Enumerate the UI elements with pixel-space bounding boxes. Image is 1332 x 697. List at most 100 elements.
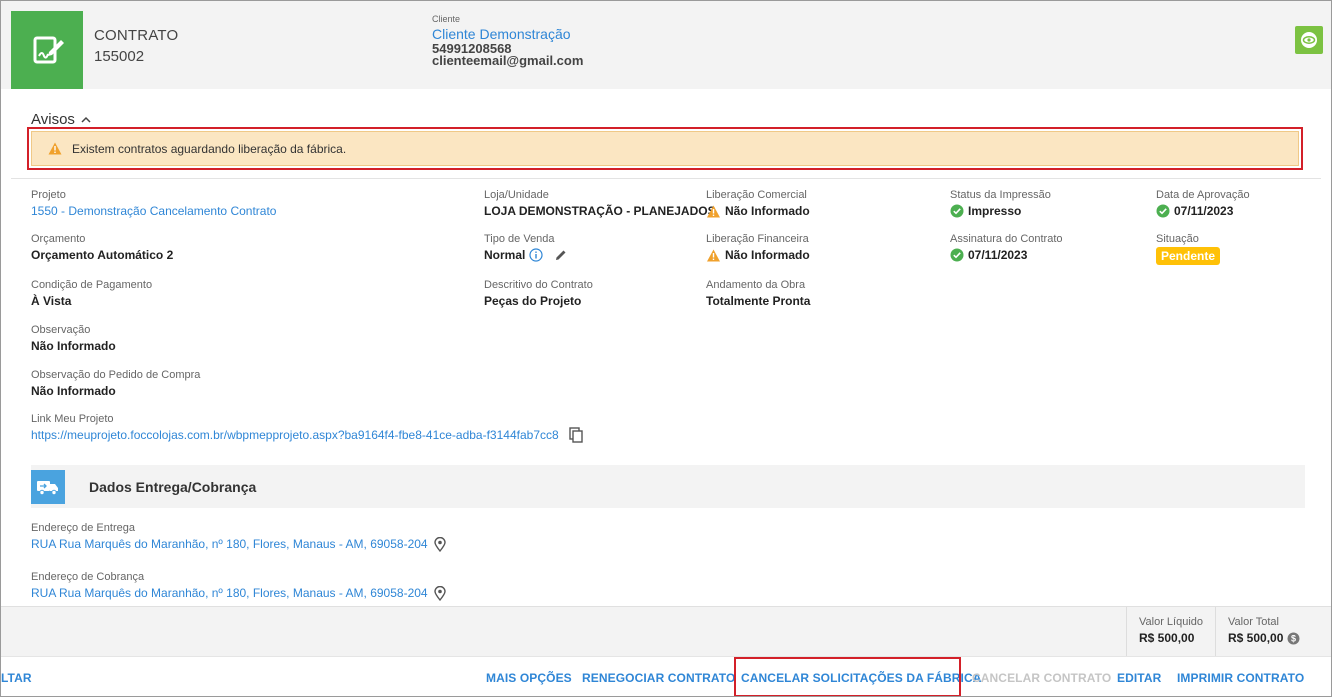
- voltar-button[interactable]: LTAR: [1, 671, 32, 685]
- view-button[interactable]: [1295, 26, 1323, 54]
- field-status-impressao: Status da Impressão Impresso: [950, 188, 1051, 219]
- field-descritivo: Descritivo do Contrato Peças do Projeto: [484, 278, 593, 309]
- field-obs-pedido: Observação do Pedido de Compra Não Infor…: [31, 368, 200, 399]
- field-condicao: Condição de Pagamento À Vista: [31, 278, 152, 309]
- contract-details-window: CONTRATO 155002 Cliente Cliente Demonstr…: [0, 0, 1332, 697]
- cancelar-solicitacoes-highlight-outline: [734, 657, 961, 696]
- client-email: clienteemail@gmail.com: [432, 53, 584, 68]
- status-badge: Pendente: [1156, 247, 1221, 265]
- editar-button[interactable]: EDITAR: [1117, 671, 1161, 685]
- dollar-circle-icon[interactable]: $: [1287, 632, 1300, 645]
- tipo-venda-row: Normal: [484, 247, 567, 263]
- field-link: Link Meu Projeto https://meuprojeto.focc…: [31, 412, 583, 443]
- avisos-title: Avisos: [31, 111, 75, 128]
- divider: [11, 178, 1321, 179]
- field-value: 07/11/2023: [1174, 204, 1234, 218]
- field-label: Link Meu Projeto: [31, 413, 114, 425]
- meu-projeto-link[interactable]: https://meuprojeto.foccolojas.com.br/wbp…: [31, 427, 559, 443]
- eye-icon: [1300, 31, 1318, 49]
- meu-projeto-link-row: https://meuprojeto.foccolojas.com.br/wbp…: [31, 427, 583, 443]
- cancelar-contrato-button[interactable]: CANCELAR CONTRATO: [972, 671, 1111, 685]
- field-label: Status da Impressão: [950, 189, 1051, 201]
- contract-edit-icon: [11, 11, 83, 89]
- client-label: Cliente: [432, 14, 461, 24]
- field-label: Loja/Unidade: [484, 189, 549, 201]
- map-pin-icon[interactable]: [433, 536, 446, 552]
- action-bar: LTAR MAIS OPÇÕES RENEGOCIAR CONTRATO CAN…: [1, 656, 1331, 696]
- field-lib-comercial: Liberação Comercial Não Informado: [706, 188, 810, 219]
- field-endereco-entrega: Endereço de Entrega RUA Rua Marquês do M…: [31, 521, 446, 552]
- field-value: 07/11/2023: [968, 248, 1028, 262]
- imprimir-contrato-button[interactable]: IMPRIMIR CONTRATO: [1177, 671, 1304, 685]
- field-value: Peças do Projeto: [484, 294, 582, 308]
- valor-total-row: R$ 500,00 $: [1228, 631, 1331, 645]
- truck-icon: [31, 469, 65, 504]
- field-label: Descritivo do Contrato: [484, 279, 593, 291]
- field-tipo-venda: Tipo de Venda Normal: [484, 232, 567, 263]
- field-situacao: Situação Pendente: [1156, 232, 1221, 265]
- field-label: Observação do Pedido de Compra: [31, 369, 201, 381]
- renegociar-contrato-button[interactable]: RENEGOCIAR CONTRATO: [582, 671, 735, 685]
- svg-text:$: $: [1291, 633, 1296, 643]
- copy-icon[interactable]: [568, 427, 583, 443]
- assinatura-row: 07/11/2023: [950, 247, 1063, 263]
- field-value: Normal: [484, 248, 526, 262]
- valor-liquido: Valor Líquido R$ 500,00: [1126, 607, 1215, 657]
- valor-total-label: Valor Total: [1228, 616, 1279, 628]
- field-value: Não Informado: [31, 384, 116, 398]
- client-name-link[interactable]: Cliente Demonstração: [432, 26, 571, 42]
- check-circle-icon: [1156, 204, 1170, 218]
- field-label: Data de Aprovação: [1156, 189, 1250, 201]
- endereco-entrega-link[interactable]: RUA Rua Marquês do Maranhão, nº 180, Flo…: [31, 536, 428, 552]
- alert-highlight-outline: [27, 127, 1303, 170]
- chevron-up-icon: [81, 116, 91, 123]
- info-icon[interactable]: [529, 248, 543, 262]
- field-label: Endereço de Entrega: [31, 522, 135, 534]
- field-endereco-cobranca: Endereço de Cobrança RUA Rua Marquês do …: [31, 570, 446, 601]
- field-label: Observação: [31, 324, 91, 336]
- contract-type-label: CONTRATO: [94, 27, 179, 44]
- mais-opcoes-button[interactable]: MAIS OPÇÕES: [486, 671, 572, 685]
- field-label: Situação: [1156, 233, 1199, 245]
- lib-comercial-row: Não Informado: [706, 203, 810, 219]
- endereco-cobranca-link[interactable]: RUA Rua Marquês do Maranhão, nº 180, Flo…: [31, 585, 428, 601]
- avisos-toggle[interactable]: Avisos: [31, 111, 91, 128]
- field-assinatura: Assinatura do Contrato 07/11/2023: [950, 232, 1063, 263]
- field-projeto: Projeto 1550 - Demonstração Cancelamento…: [31, 188, 276, 219]
- valor-total: Valor Total R$ 500,00 $: [1215, 607, 1331, 657]
- pencil-icon[interactable]: [555, 249, 567, 261]
- check-circle-icon: [950, 204, 964, 218]
- valor-total-value: R$ 500,00: [1228, 631, 1284, 645]
- projeto-link[interactable]: 1550 - Demonstração Cancelamento Contrat…: [31, 203, 276, 219]
- field-label: Tipo de Venda: [484, 233, 555, 245]
- field-data-aprovacao: Data de Aprovação 07/11/2023: [1156, 188, 1250, 219]
- field-label: Liberação Financeira: [706, 233, 809, 245]
- endereco-entrega-row: RUA Rua Marquês do Maranhão, nº 180, Flo…: [31, 536, 446, 552]
- map-pin-icon[interactable]: [433, 585, 446, 601]
- field-label: Projeto: [31, 189, 66, 201]
- field-value: Impresso: [968, 204, 1022, 218]
- field-observacao: Observação Não Informado: [31, 323, 116, 354]
- field-orcamento: Orçamento Orçamento Automático 2: [31, 232, 173, 263]
- field-label: Orçamento: [31, 233, 86, 245]
- field-value: LOJA DEMONSTRAÇÃO - PLANEJADOS: [484, 204, 716, 218]
- contract-panel: Avisos Existem contratos aguardando libe…: [11, 89, 1321, 606]
- field-label: Assinatura do Contrato: [950, 233, 1063, 245]
- field-label: Andamento da Obra: [706, 279, 806, 291]
- valor-liquido-value: R$ 500,00: [1139, 631, 1195, 645]
- totals-bar: Valor Líquido R$ 500,00 Valor Total R$ 5…: [1, 606, 1331, 657]
- field-value: Não Informado: [725, 204, 810, 218]
- field-label: Liberação Comercial: [706, 189, 807, 201]
- valor-liquido-label: Valor Líquido: [1139, 616, 1204, 628]
- warning-icon: [706, 205, 721, 218]
- field-label: Endereço de Cobrança: [31, 571, 145, 583]
- warning-icon: [706, 249, 721, 262]
- endereco-cobranca-row: RUA Rua Marquês do Maranhão, nº 180, Flo…: [31, 585, 446, 601]
- field-value: Orçamento Automático 2: [31, 248, 174, 262]
- field-andamento: Andamento da Obra Totalmente Pronta: [706, 278, 810, 309]
- field-value: Não Informado: [725, 248, 810, 262]
- entrega-section-title: Dados Entrega/Cobrança: [89, 478, 257, 495]
- field-value: À Vista: [31, 294, 72, 308]
- entrega-section-header: Dados Entrega/Cobrança: [31, 465, 1305, 508]
- data-aprovacao-row: 07/11/2023: [1156, 203, 1250, 219]
